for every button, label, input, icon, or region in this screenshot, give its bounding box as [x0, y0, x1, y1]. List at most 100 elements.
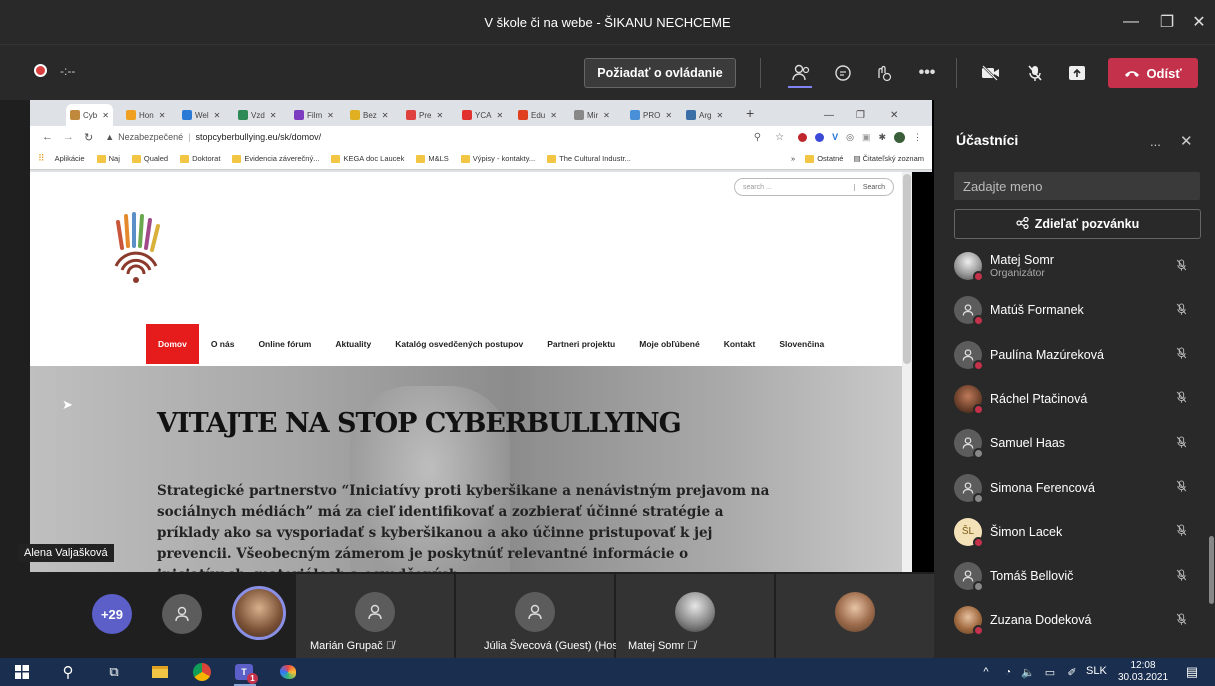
chat-icon[interactable] [828, 58, 858, 88]
nav-link[interactable]: Moje obľúbené [627, 339, 711, 349]
participant-row[interactable]: Ráchel Ptačinová [954, 379, 1200, 419]
tab-close-icon[interactable]: ✕ [214, 111, 221, 120]
reload-icon[interactable]: ↻ [84, 131, 93, 144]
browser-maximize[interactable]: ❐ [852, 104, 869, 126]
participant-tile[interactable]: Marián Grupač 🎙̸ [296, 574, 454, 658]
profile-avatar[interactable] [894, 131, 905, 143]
browser-minimize[interactable]: — [820, 104, 838, 126]
mic-off-icon[interactable] [1175, 302, 1188, 319]
bookmark-star-icon[interactable]: ☆ [775, 132, 784, 143]
extension-icon[interactable]: ▣ [862, 132, 871, 143]
page-scrollbar[interactable] [902, 172, 912, 572]
bookmark-item[interactable]: Qualed [131, 154, 168, 163]
browser-tab[interactable]: Pre ✕ [402, 104, 447, 126]
browser-close[interactable]: ✕ [886, 104, 902, 126]
bookmark-item[interactable]: KEGA doc Laucek [331, 154, 404, 163]
participant-row[interactable]: Zuzana Dodeková [954, 600, 1200, 640]
participant-row[interactable]: Tomáš Bellovič [954, 556, 1200, 596]
site-search-input[interactable]: search ... [735, 184, 854, 191]
reactions-icon[interactable] [868, 58, 898, 88]
chrome-icon[interactable] [186, 658, 218, 686]
language-indicator[interactable]: SLK [1086, 665, 1107, 677]
apps-icon[interactable]: ⠿ [38, 153, 45, 164]
clock[interactable]: 12:08 30.03.2021 [1118, 660, 1168, 684]
mic-off-icon[interactable] [1175, 435, 1188, 452]
search-icon[interactable]: ⚲ [52, 658, 84, 686]
participant-tile[interactable] [776, 574, 934, 658]
bookmark-item[interactable]: Evidencia záverečný... [232, 154, 319, 163]
zoom-icon[interactable]: ⚲ [754, 132, 761, 143]
mic-off-icon[interactable] [1175, 390, 1188, 407]
extension-icon[interactable]: V [832, 132, 838, 142]
nav-link[interactable]: O nás [199, 339, 247, 349]
tab-close-icon[interactable]: ✕ [102, 111, 109, 120]
participant-tile[interactable]: Júlia Švecová (Guest) (Hosť) [456, 574, 626, 658]
browser-tab[interactable]: Arg ✕ [682, 104, 727, 126]
pen-icon[interactable]: ✐ [1056, 658, 1088, 686]
panel-close-icon[interactable]: ✕ [1180, 132, 1193, 150]
nav-home-link[interactable]: Domov [146, 324, 199, 364]
browser-tab[interactable]: Edu ✕ [514, 104, 561, 126]
participants-icon[interactable] [786, 58, 816, 88]
bookmark-item[interactable]: Naj [96, 154, 120, 163]
reading-list[interactable]: ▤ Čitateľský zoznam [853, 154, 924, 163]
address-bar[interactable]: ← → ↻ ▲ Nezabezpečené | stopcyberbullyin… [30, 126, 932, 148]
mic-off-icon[interactable] [1175, 346, 1188, 363]
tab-close-icon[interactable]: ✕ [603, 111, 610, 120]
bookmark-item[interactable]: Aplikácie [55, 154, 85, 163]
mic-off-icon[interactable] [1020, 58, 1050, 88]
browser-tab[interactable]: Hon ✕ [122, 104, 169, 126]
bookmark-item[interactable]: The Cultural Industr... [547, 154, 631, 163]
bookmark-item[interactable]: M&LS [416, 154, 449, 163]
mic-off-icon[interactable] [1175, 523, 1188, 540]
mic-off-icon[interactable] [1175, 258, 1188, 275]
participant-row[interactable]: Samuel Haas [954, 423, 1200, 463]
site-search-button[interactable]: Search [853, 183, 893, 191]
participant-row[interactable]: Paulína Mazúreková [954, 335, 1200, 375]
browser-tab[interactable]: Bez ✕ [346, 104, 393, 126]
back-icon[interactable]: ← [42, 131, 53, 143]
notifications-icon[interactable]: ▤ [1176, 658, 1208, 686]
tab-close-icon[interactable]: ✕ [382, 111, 389, 120]
camera-off-icon[interactable] [976, 58, 1006, 88]
participant-tile[interactable]: Matej Somr 🎙̸ [616, 574, 774, 658]
tab-close-icon[interactable]: ✕ [327, 111, 334, 120]
share-invite-button[interactable]: Zdieľať pozvánku [954, 209, 1201, 239]
browser-tab[interactable]: Cyb ✕ [66, 104, 113, 126]
extension-icon[interactable] [798, 132, 808, 142]
teams-icon[interactable]: T1 [228, 658, 260, 686]
nav-link[interactable]: Online fórum [246, 339, 323, 349]
extension-icon[interactable]: ◎ [846, 132, 854, 143]
bookmark-item[interactable]: Výpisy - kontakty... [460, 154, 535, 163]
mic-off-icon[interactable] [1175, 568, 1188, 585]
extension-icon[interactable] [815, 132, 825, 142]
share-screen-icon[interactable] [1062, 58, 1092, 88]
participant-row[interactable]: Matúš Formanek [954, 290, 1200, 330]
task-view-icon[interactable]: ⧉ [98, 658, 130, 686]
nav-link[interactable]: Katalóg osvedčených postupov [383, 339, 535, 349]
new-tab-button[interactable]: + [742, 102, 758, 124]
extensions-puzzle-icon[interactable]: ✱ [878, 132, 886, 143]
nav-link[interactable]: Slovenčina [767, 339, 836, 349]
browser-tab[interactable]: PRO ✕ [626, 104, 676, 126]
request-control-button[interactable]: Požiadať o ovládanie [584, 58, 736, 88]
windows-start-icon[interactable] [6, 658, 38, 686]
browser-tab[interactable]: Vzd ✕ [234, 104, 281, 126]
panel-scrollbar[interactable] [1209, 536, 1214, 604]
participant-search-input[interactable]: Zadajte meno [954, 172, 1200, 200]
more-actions-icon[interactable]: ••• [912, 58, 942, 88]
tab-close-icon[interactable]: ✕ [159, 111, 166, 120]
browser-menu-icon[interactable]: ⋮ [913, 132, 922, 143]
leave-button[interactable]: Odísť [1108, 58, 1198, 88]
more-participants-badge[interactable]: +29 [92, 594, 132, 634]
nav-link[interactable]: Partneri projektu [535, 339, 627, 349]
bookmark-item[interactable]: Doktorat [180, 154, 220, 163]
tab-close-icon[interactable]: ✕ [665, 111, 672, 120]
tab-close-icon[interactable]: ✕ [436, 111, 443, 120]
browser-tab[interactable]: Wel ✕ [178, 104, 224, 126]
browser-tab[interactable]: YCA ✕ [458, 104, 507, 126]
browser-tab[interactable]: Mir ✕ [570, 104, 614, 126]
nav-link[interactable]: Aktuality [323, 339, 383, 349]
forward-icon[interactable]: → [63, 131, 74, 143]
file-explorer-icon[interactable] [144, 658, 176, 686]
